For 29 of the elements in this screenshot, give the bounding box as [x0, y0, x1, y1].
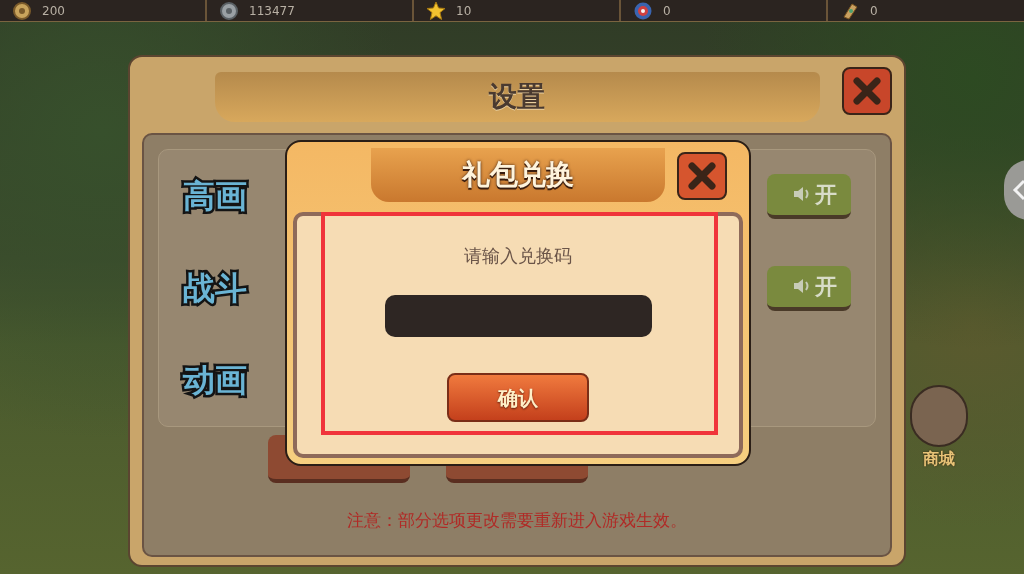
dialog-title: 礼包兑换	[371, 148, 665, 202]
resource-value: 113477	[249, 2, 295, 20]
chevron-left-icon	[1012, 179, 1024, 201]
resource-value: 10	[456, 2, 472, 20]
toggle-button[interactable]: 开	[767, 265, 851, 311]
prompt-text: 请输入兑换码	[464, 244, 572, 268]
shop-label[interactable]: 商城	[923, 447, 955, 471]
option-label: 动画	[183, 360, 247, 401]
resource-value: 0	[870, 2, 878, 20]
emblem-icon	[633, 0, 653, 21]
coin-icon	[12, 0, 32, 21]
close-button[interactable]	[677, 152, 727, 200]
character-avatar[interactable]	[910, 385, 968, 447]
confirm-button[interactable]: 确认	[447, 373, 589, 422]
coin-icon	[219, 0, 239, 21]
close-button[interactable]	[842, 67, 892, 115]
speaker-icon	[793, 278, 811, 294]
code-input-field[interactable]	[384, 295, 652, 337]
close-icon	[852, 76, 882, 106]
speaker-icon	[793, 186, 811, 202]
option-label: 战斗	[183, 268, 247, 309]
option-label: 高画	[183, 176, 247, 217]
close-icon	[687, 161, 717, 191]
notice-text: 注意：部分选项更改需要重新进入游戏生效。	[347, 508, 687, 532]
resource-value: 0	[663, 2, 671, 20]
toggle-button[interactable]: 开	[767, 173, 851, 219]
star-icon	[426, 0, 446, 21]
resource-value: 200	[42, 2, 65, 20]
settings-title: 设置	[214, 72, 820, 122]
